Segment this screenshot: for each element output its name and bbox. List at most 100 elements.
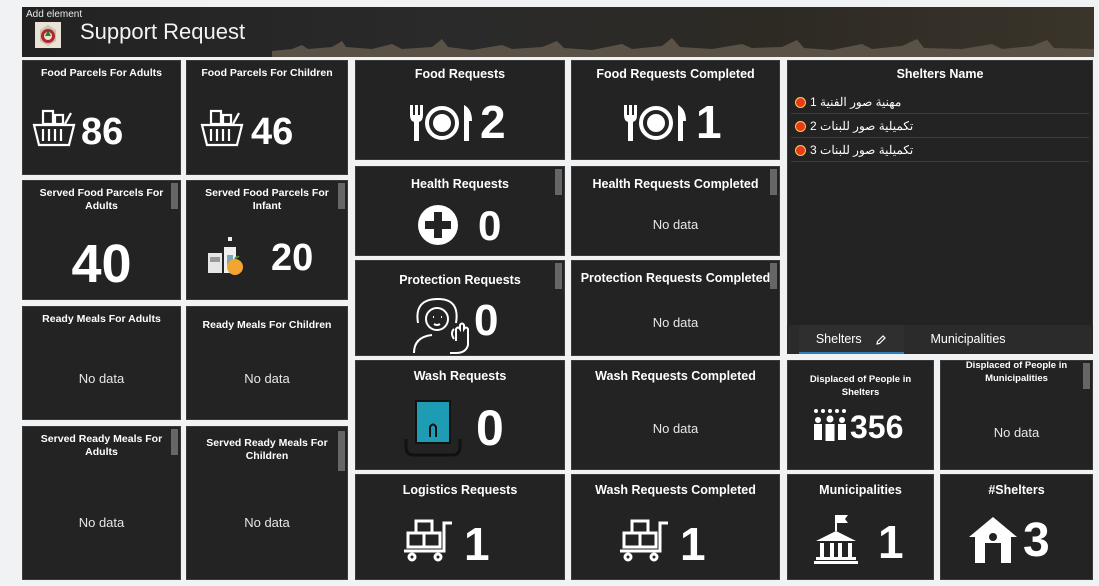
panel-title: Food Requests Completed: [596, 67, 755, 81]
served-food-adults-value: 40: [71, 234, 132, 294]
no-data-text: No data: [993, 425, 1040, 440]
shelter-list-item[interactable]: تكميلية صور للبنات 2: [791, 115, 1089, 138]
panel-wash-requests-completed-2: Wash Requests Completed 1: [571, 474, 780, 580]
panel-title: Ready Meals For Adults: [42, 313, 161, 325]
tab-label: Municipalities: [930, 332, 1006, 346]
wash-completed-2-value: 1: [680, 518, 706, 570]
panel-food-requests-completed: Food Requests Completed 1: [571, 60, 780, 160]
panel-title: Displaced of People in Shelters: [809, 374, 912, 398]
logistics-requests-value: 1: [464, 518, 490, 570]
no-data-text: No data: [78, 371, 125, 386]
food-parcels-adults-value: 86: [81, 111, 124, 153]
panel-title: Wash Requests Completed: [595, 483, 756, 497]
panel-served-food-infant: Served Food Parcels For Infant 20: [186, 180, 348, 300]
panel-title: Health Requests: [411, 177, 509, 191]
tab-shelters[interactable]: Shelters: [799, 325, 904, 354]
shelter-list-item[interactable]: تكميلية صور للبنات 3: [791, 139, 1089, 162]
panel-title: Ready Meals For Children: [202, 319, 332, 331]
dashboard-header: Add element Support Request: [22, 7, 1094, 57]
tab-bar: Shelters Municipalities: [787, 325, 1093, 354]
panel-protection-requests-completed: Protection Requests Completed No data: [571, 260, 780, 356]
no-data-text: No data: [244, 371, 290, 386]
panel-served-food-adults: Served Food Parcels For Adults 40: [22, 180, 181, 300]
panel-title: Wash Requests Completed: [595, 369, 756, 383]
served-food-infant-value: 20: [271, 237, 314, 279]
shelter-marker-icon: [795, 97, 806, 109]
tab-label: Shelters: [815, 332, 862, 346]
panel-served-ready-adults: Served Ready Meals For Adults No data: [22, 426, 181, 580]
shelter-list-item[interactable]: مهنية صور الفنية 1: [791, 91, 1089, 114]
no-data-text: No data: [652, 217, 699, 232]
wash-station-icon: [404, 400, 462, 457]
shelters-count-value: 3: [1023, 514, 1050, 567]
panel-municipalities: Municipalities 1: [787, 474, 934, 580]
government-building-icon: [814, 515, 858, 564]
cart-boxes-icon: [404, 519, 452, 562]
city-skyline-decoration: [272, 38, 1094, 57]
panel-title: Health Requests Completed: [592, 177, 759, 191]
panel-title: Shelters Name: [896, 67, 984, 81]
dashboard: Add element Support Request Food Parcels…: [0, 0, 1099, 586]
municipalities-value: 1: [878, 516, 904, 568]
infant-food-icon: [208, 237, 243, 275]
health-requests-value: 0: [478, 202, 502, 249]
panel-title: Food Parcels For Children: [201, 67, 333, 79]
panel-ready-meals-children: Ready Meals For Children No data: [186, 306, 348, 420]
shelter-name: تكميلية صور للبنات 2: [810, 119, 914, 133]
panel-protection-requests: Protection Requests 0: [355, 260, 565, 356]
add-element-link[interactable]: Add element: [26, 9, 82, 20]
shelter-name: مهنية صور الفنية 1: [810, 95, 902, 109]
cutlery-plate-icon: [410, 105, 472, 141]
wash-requests-value: 0: [476, 400, 504, 456]
people-group-icon: [814, 409, 846, 441]
panel-served-ready-children: Served Ready Meals For Children No data: [186, 426, 348, 580]
panel-title: Protection Requests Completed: [580, 271, 771, 285]
no-data-text: No data: [652, 315, 699, 330]
panel-shelters-count: #Shelters 3: [940, 474, 1093, 580]
panel-title: Displaced of People in Municipalities: [965, 360, 1068, 384]
panel-wash-requests: Wash Requests 0: [355, 360, 565, 470]
shelter-house-icon: [969, 517, 1017, 563]
shelter-name: تكميلية صور للبنات 3: [810, 143, 914, 157]
organization-logo: [35, 22, 61, 48]
page-title: Support Request: [80, 19, 246, 44]
shelter-marker-icon: [795, 121, 806, 133]
panel-title: Wash Requests: [413, 369, 507, 383]
protection-requests-value: 0: [474, 296, 499, 345]
pencil-icon[interactable]: [875, 334, 887, 346]
food-completed-value: 1: [696, 96, 722, 148]
scrollbar[interactable]: [171, 429, 178, 455]
panel-title: Food Parcels For Adults: [41, 67, 162, 79]
panel-health-requests: Health Requests 0: [355, 166, 565, 256]
panel-displaced-shelters: Displaced of People in Shelters 356: [787, 360, 934, 470]
panel-title: Served Food Parcels For Adults: [39, 187, 164, 212]
panel-food-parcels-adults: Food Parcels For Adults 86: [22, 60, 181, 175]
basket-icon: [32, 109, 76, 147]
panel-displaced-municipalities: Displaced of People in Municipalities No…: [940, 360, 1093, 470]
shelter-marker-icon: [795, 145, 806, 157]
scrollbar[interactable]: [338, 431, 345, 471]
panel-health-requests-completed: Health Requests Completed No data: [571, 166, 780, 256]
panel-title: Municipalities: [819, 483, 902, 497]
scrollbar[interactable]: [770, 263, 777, 289]
scrollbar[interactable]: [555, 263, 562, 289]
health-plus-icon: [418, 205, 458, 245]
panel-title: Served Food Parcels For Infant: [205, 187, 329, 212]
food-parcels-children-value: 46: [251, 111, 294, 153]
tab-municipalities[interactable]: Municipalities: [913, 325, 1023, 354]
panel-title: Food Requests: [414, 67, 506, 81]
panel-ready-meals-adults: Ready Meals For Adults No data: [22, 306, 181, 420]
panel-logistics-requests: Logistics Requests 1: [355, 474, 565, 580]
scrollbar[interactable]: [770, 169, 777, 195]
cutlery-plate-icon: [624, 105, 686, 141]
scrollbar[interactable]: [171, 183, 178, 209]
panel-title: Served Ready Meals For Adults: [40, 433, 163, 458]
cart-boxes-icon: [620, 519, 668, 562]
panel-title: Logistics Requests: [402, 483, 518, 497]
scrollbar[interactable]: [338, 183, 345, 209]
scrollbar[interactable]: [555, 169, 562, 195]
panel-title: Served Ready Meals For Children: [206, 437, 328, 462]
scrollbar[interactable]: [1083, 363, 1090, 389]
panel-title: #Shelters: [988, 483, 1045, 497]
basket-icon: [200, 109, 244, 147]
